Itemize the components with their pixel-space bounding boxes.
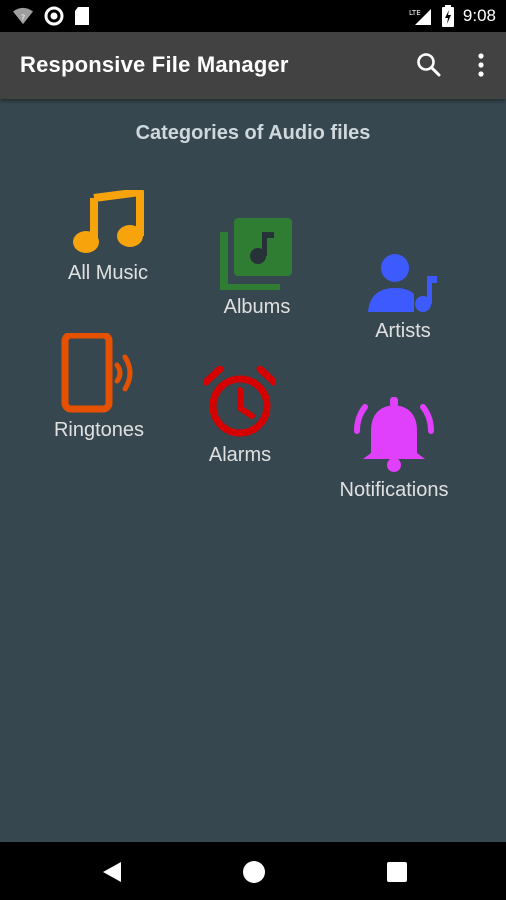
category-albums[interactable]: Albums: [197, 218, 317, 319]
status-time: 9:08: [462, 6, 496, 25]
recents-icon[interactable]: [384, 859, 410, 885]
overflow-menu-icon[interactable]: [466, 50, 496, 80]
sync-icon: [44, 6, 64, 26]
category-label: All Music: [67, 262, 148, 284]
category-ringtones[interactable]: Ringtones: [38, 333, 160, 442]
navigation-bar: [0, 842, 506, 900]
category-label: Albums: [223, 296, 291, 318]
search-icon[interactable]: [414, 50, 444, 80]
app-title: Responsive File Manager: [20, 52, 289, 77]
category-all-music[interactable]: All Music: [48, 190, 168, 285]
category-label: Ringtones: [53, 419, 145, 441]
back-icon[interactable]: [99, 859, 125, 885]
sd-card-icon: [75, 7, 89, 25]
signal-icon: LTE: [409, 9, 431, 25]
svg-text:LTE: LTE: [409, 9, 421, 17]
app-bar: Responsive File Manager: [0, 32, 506, 99]
music-note-icon: [73, 190, 144, 253]
wifi-icon: ?: [13, 7, 33, 25]
status-bar: ? LTE 9:08: [0, 0, 506, 32]
alarm-clock-icon: [204, 366, 276, 437]
category-label: Alarms: [208, 444, 272, 466]
ringtone-phone-icon: [61, 333, 133, 413]
section-heading: Categories of Audio files: [135, 122, 371, 144]
bell-icon: [354, 397, 434, 472]
artist-icon: [368, 254, 437, 312]
album-library-icon: [220, 218, 292, 290]
category-label: Notifications: [339, 479, 449, 501]
svg-text:?: ?: [21, 13, 25, 23]
battery-icon: [441, 5, 454, 27]
category-notifications[interactable]: Notifications: [322, 393, 466, 502]
category-artists[interactable]: Artists: [343, 252, 463, 343]
category-alarms[interactable]: Alarms: [180, 366, 300, 467]
home-icon[interactable]: [241, 859, 267, 885]
category-label: Artists: [375, 320, 431, 342]
